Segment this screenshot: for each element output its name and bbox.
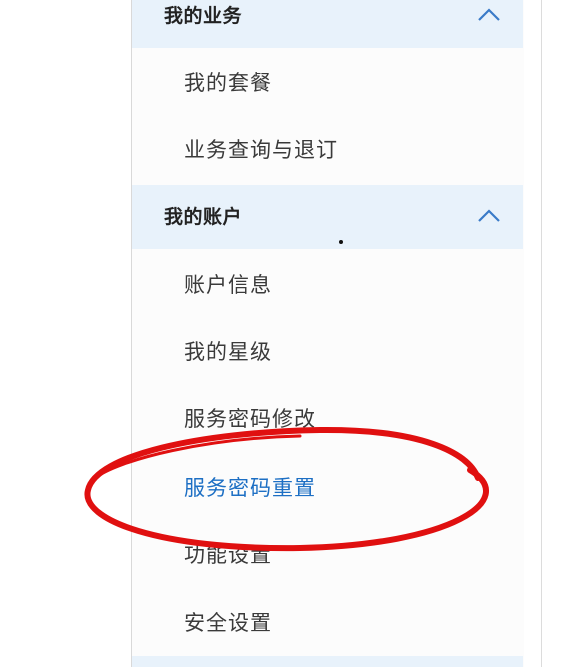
menu-item-function-settings[interactable]: 功能设置: [132, 535, 523, 575]
menu-group-title: 我的业务: [164, 5, 243, 27]
menu-item-service-password-change[interactable]: 服务密码修改: [132, 399, 523, 439]
next-group-header-partial: [132, 656, 523, 667]
menu-group-header-my-account[interactable]: 我的账户: [132, 185, 523, 249]
stray-dot-mark: [339, 240, 343, 244]
menu-item-account-info[interactable]: 账户信息: [132, 265, 523, 305]
menu-item-label: 服务密码修改: [184, 407, 316, 431]
menu-item-label: 服务密码重置: [184, 476, 316, 500]
menu-group-title: 我的账户: [164, 206, 243, 228]
menu-item-my-star-level[interactable]: 我的星级: [132, 332, 523, 372]
menu-item-label: 我的星级: [184, 340, 272, 364]
menu-item-label: 安全设置: [184, 611, 272, 635]
menu-item-label: 功能设置: [184, 543, 272, 567]
menu-item-business-query-unsubscribe[interactable]: 业务查询与退订: [132, 130, 523, 170]
content-divider: [541, 0, 542, 667]
chevron-up-icon: [478, 8, 500, 21]
menu-item-security-settings[interactable]: 安全设置: [132, 603, 523, 643]
menu-item-label: 我的套餐: [184, 71, 272, 95]
chevron-up-icon: [478, 209, 500, 222]
menu-item-label: 账户信息: [184, 273, 272, 297]
screenshot-stage: 我的业务 我的套餐 业务查询与退订 我的账户 账户信息 我的星级 服务密码修改 …: [0, 0, 586, 667]
menu-item-service-password-reset[interactable]: 服务密码重置: [132, 468, 523, 508]
menu-item-my-package[interactable]: 我的套餐: [132, 63, 523, 103]
menu-item-label: 业务查询与退订: [184, 138, 338, 162]
menu-group-header-my-business[interactable]: 我的业务: [132, 0, 523, 48]
